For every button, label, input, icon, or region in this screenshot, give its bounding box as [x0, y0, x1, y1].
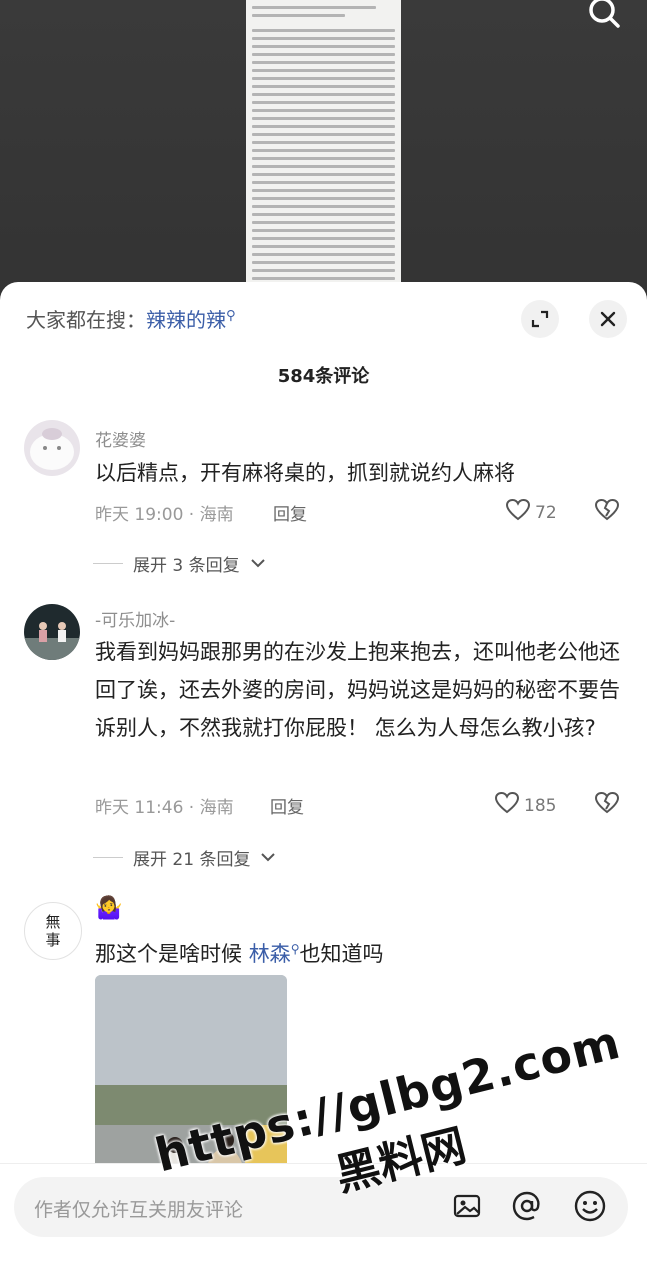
hot-search-prefix: 大家都在搜： [26, 308, 146, 332]
comment-time-location: 昨天 11:46 · 海南 [95, 798, 234, 818]
heart-icon [505, 498, 531, 527]
avatar[interactable] [24, 604, 80, 660]
broken-heart-icon[interactable] [594, 791, 620, 819]
hot-search-bar[interactable]: 大家都在搜：辣辣的辣⚲ [26, 304, 236, 333]
like-button[interactable]: 185 [494, 791, 556, 820]
comment-username[interactable]: 花婆婆 [95, 426, 146, 451]
avatar[interactable] [24, 420, 80, 476]
comment-text[interactable]: 以后精点，开有麻将桌的，抓到就说约人麻将 [95, 454, 625, 492]
mention-link[interactable]: 林森 [249, 942, 291, 966]
avatar[interactable]: 無事 [24, 902, 82, 960]
comment-text[interactable]: 我看到妈妈跟那男的在沙发上抱来抱去，还叫他老公他还回了诶，还去外婆的房间，妈妈说… [95, 633, 625, 747]
comment-sheet: 大家都在搜：辣辣的辣⚲ 584条评论 花婆婆 以后精点，开有麻将桌的，抓到就说约… [0, 282, 647, 1280]
avatar-text: 無事 [45, 913, 61, 949]
at-icon[interactable] [511, 1190, 543, 1226]
like-count: 185 [524, 795, 557, 816]
expand-replies-label: 展开 21 条回复 [133, 850, 251, 870]
expand-replies-button[interactable]: 展开 3 条回复 [93, 551, 266, 576]
hot-search-search-icon: ⚲ [226, 308, 236, 324]
comment-username[interactable]: 🤷‍♀️ [95, 896, 122, 921]
document-image [246, 0, 401, 282]
expand-replies-label: 展开 3 条回复 [133, 556, 240, 576]
comment-text-part: 也知道吗 [299, 942, 384, 966]
reply-button[interactable]: 回复 [270, 793, 304, 818]
expand-replies-button[interactable]: 展开 21 条回复 [93, 845, 276, 870]
expand-icon[interactable] [521, 300, 559, 338]
reply-button[interactable]: 回复 [273, 500, 307, 525]
comment-username[interactable]: -可乐加冰- [95, 606, 175, 631]
comment-text[interactable]: 那这个是啥时候 林森⚲也知道吗 [95, 930, 625, 973]
like-button[interactable]: 72 [505, 498, 557, 527]
divider [93, 857, 123, 858]
close-icon[interactable] [589, 300, 627, 338]
hot-search-term[interactable]: 辣辣的辣 [146, 308, 226, 332]
video-preview[interactable] [0, 0, 647, 300]
chevron-down-icon [260, 848, 276, 868]
chevron-down-icon [250, 554, 266, 574]
like-count: 72 [535, 502, 557, 523]
emoji-icon[interactable] [573, 1189, 607, 1227]
comment-time-location: 昨天 19:00 · 海南 [95, 505, 234, 525]
image-icon[interactable] [452, 1191, 482, 1225]
comments-count-title: 584条评论 [277, 366, 370, 387]
comment-input-bar: 作者仅允许互关朋友评论 [0, 1163, 647, 1280]
heart-icon [494, 791, 520, 820]
comment-input-placeholder: 作者仅允许互关朋友评论 [34, 1199, 244, 1221]
search-icon[interactable] [585, 0, 625, 30]
broken-heart-icon[interactable] [594, 498, 620, 526]
divider [93, 563, 123, 564]
comment-text-part: 那这个是啥时候 [95, 942, 249, 966]
